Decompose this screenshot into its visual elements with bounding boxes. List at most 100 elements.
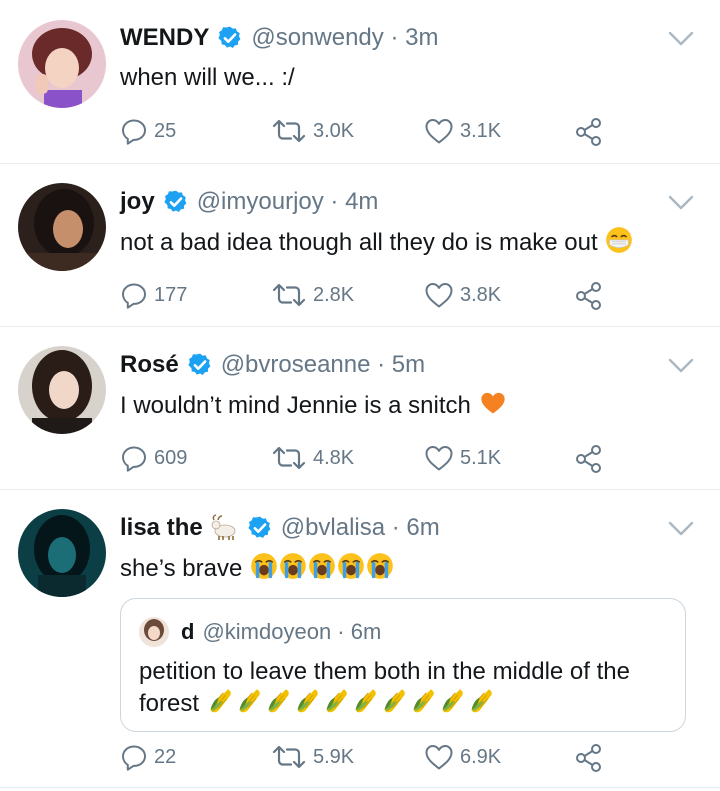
reply-count: 25: [154, 119, 177, 142]
share-button[interactable]: [574, 743, 610, 773]
retweet-icon: [271, 117, 307, 145]
quoted-tweet-header: d @kimdoyeon · 6m: [139, 617, 381, 647]
heart-icon: [424, 743, 454, 771]
ear-of-corn-emoji: [207, 687, 235, 715]
tweet-header: Rosé @bvroseanne · 5m: [120, 349, 425, 381]
share-icon: [574, 117, 604, 147]
ear-of-corn-emoji: [323, 687, 351, 715]
chevron-down-icon[interactable]: [668, 520, 694, 538]
retweet-count: 4.8K: [313, 446, 355, 469]
retweet-button[interactable]: 2.8K: [271, 281, 354, 309]
display-name[interactable]: WENDY: [120, 24, 209, 52]
ear-of-corn-emoji: [381, 687, 409, 715]
tweet-header: joy @imyourjoy · 4m: [120, 186, 378, 218]
quoted-handle-and-time: @kimdoyeon · 6m: [202, 619, 382, 644]
reply-count: 609: [154, 446, 188, 469]
like-count: 3.1K: [460, 119, 502, 142]
tweet[interactable]: joy @imyourjoy · 4m not a bad idea thoug…: [0, 164, 720, 327]
chevron-down-icon[interactable]: [668, 194, 694, 212]
reply-button[interactable]: 22: [120, 743, 176, 771]
handle-and-time[interactable]: @bvlalisa · 6m: [281, 514, 440, 542]
handle-and-time[interactable]: @sonwendy · 3m: [251, 24, 438, 52]
retweet-icon: [271, 743, 307, 771]
reply-button[interactable]: 25: [120, 117, 176, 145]
reply-icon: [120, 117, 148, 145]
quoted-tweet[interactable]: d @kimdoyeon · 6m petition to leave them…: [120, 598, 686, 732]
like-count: 6.9K: [460, 745, 502, 768]
ear-of-corn-emoji: [236, 687, 264, 715]
reply-icon: [120, 281, 148, 309]
goat-emoji: [211, 514, 236, 540]
like-button[interactable]: 6.9K: [424, 743, 501, 771]
retweet-count: 5.9K: [313, 745, 355, 768]
reply-icon: [120, 743, 148, 771]
display-name[interactable]: joy: [120, 188, 155, 216]
avatar[interactable]: [18, 183, 106, 271]
chevron-down-icon[interactable]: [668, 357, 694, 375]
like-count: 3.8K: [460, 283, 502, 306]
heart-icon: [424, 444, 454, 472]
loudly-crying-face-emoji: [337, 552, 365, 580]
reply-button[interactable]: 609: [120, 444, 187, 472]
retweet-count: 3.0K: [313, 119, 355, 142]
tweet-text: when will we... :/: [120, 64, 295, 91]
retweet-count: 2.8K: [313, 283, 355, 306]
share-button[interactable]: [574, 444, 610, 474]
heart-icon: [424, 281, 454, 309]
chevron-down-icon[interactable]: [668, 30, 694, 48]
handle-and-time[interactable]: @bvroseanne · 5m: [221, 351, 425, 379]
tweet-header: WENDY @sonwendy · 3m: [120, 22, 438, 54]
tweet-text: she’s brave: [120, 552, 394, 585]
tweet-feed: WENDY @sonwendy · 3m when will we... :/ …: [0, 0, 720, 791]
tweet[interactable]: Rosé @bvroseanne · 5m I wouldn’t mind Je…: [0, 327, 720, 490]
avatar[interactable]: [18, 346, 106, 434]
like-count: 5.1K: [460, 446, 502, 469]
quoted-display-name: d: [181, 619, 195, 644]
handle-and-time[interactable]: @imyourjoy · 4m: [197, 188, 379, 216]
ear-of-corn-emoji: [265, 687, 293, 715]
loudly-crying-face-emoji: [279, 552, 307, 580]
ear-of-corn-emoji: [439, 687, 467, 715]
display-name[interactable]: lisa the: [120, 514, 203, 542]
verified-badge-icon: [247, 515, 273, 541]
share-icon: [574, 743, 604, 773]
ear-of-corn-emoji: [410, 687, 438, 715]
tweet-text: I wouldn’t mind Jennie is a snitch: [120, 389, 507, 422]
avatar[interactable]: [18, 20, 106, 108]
avatar[interactable]: [18, 509, 106, 597]
loudly-crying-face-emoji: [250, 552, 278, 580]
share-button[interactable]: [574, 117, 610, 147]
quoted-avatar: [139, 617, 169, 647]
like-button[interactable]: 5.1K: [424, 444, 501, 472]
reply-button[interactable]: 177: [120, 281, 187, 309]
quoted-tweet-text: petition to leave them both in the middl…: [139, 658, 630, 717]
loudly-crying-face-emoji: [308, 552, 336, 580]
like-button[interactable]: 3.8K: [424, 281, 501, 309]
ear-of-corn-emoji: [468, 687, 496, 715]
ear-of-corn-emoji: [294, 687, 322, 715]
retweet-icon: [271, 444, 307, 472]
corn-emoji-group: [206, 690, 496, 717]
tweet-header: lisa the @bvlalisa · 6m: [120, 512, 440, 544]
loudly-crying-face-emoji: [366, 552, 394, 580]
tweet[interactable]: WENDY @sonwendy · 3m when will we... :/ …: [0, 0, 720, 164]
heart-icon: [424, 117, 454, 145]
tweet-text: not a bad idea though all they do is mak…: [120, 226, 633, 259]
display-name[interactable]: Rosé: [120, 351, 179, 379]
tweet[interactable]: lisa the @bvlalisa · 6m she’s brave d @k…: [0, 490, 720, 788]
share-icon: [574, 281, 604, 311]
orange-heart-emoji: [479, 389, 507, 417]
tweet-actions: 25 3.0K 3.1K: [0, 117, 720, 151]
retweet-icon: [271, 281, 307, 309]
share-button[interactable]: [574, 281, 610, 311]
like-button[interactable]: 3.1K: [424, 117, 501, 145]
tweet-actions: 22 5.9K 6.9K: [0, 743, 720, 777]
share-icon: [574, 444, 604, 474]
verified-badge-icon: [163, 189, 189, 215]
reply-count: 22: [154, 745, 177, 768]
retweet-button[interactable]: 4.8K: [271, 444, 354, 472]
retweet-button[interactable]: 3.0K: [271, 117, 354, 145]
tweet-actions: 609 4.8K 5.1K: [0, 444, 720, 478]
tweet-actions: 177 2.8K 3.8K: [0, 281, 720, 315]
retweet-button[interactable]: 5.9K: [271, 743, 354, 771]
